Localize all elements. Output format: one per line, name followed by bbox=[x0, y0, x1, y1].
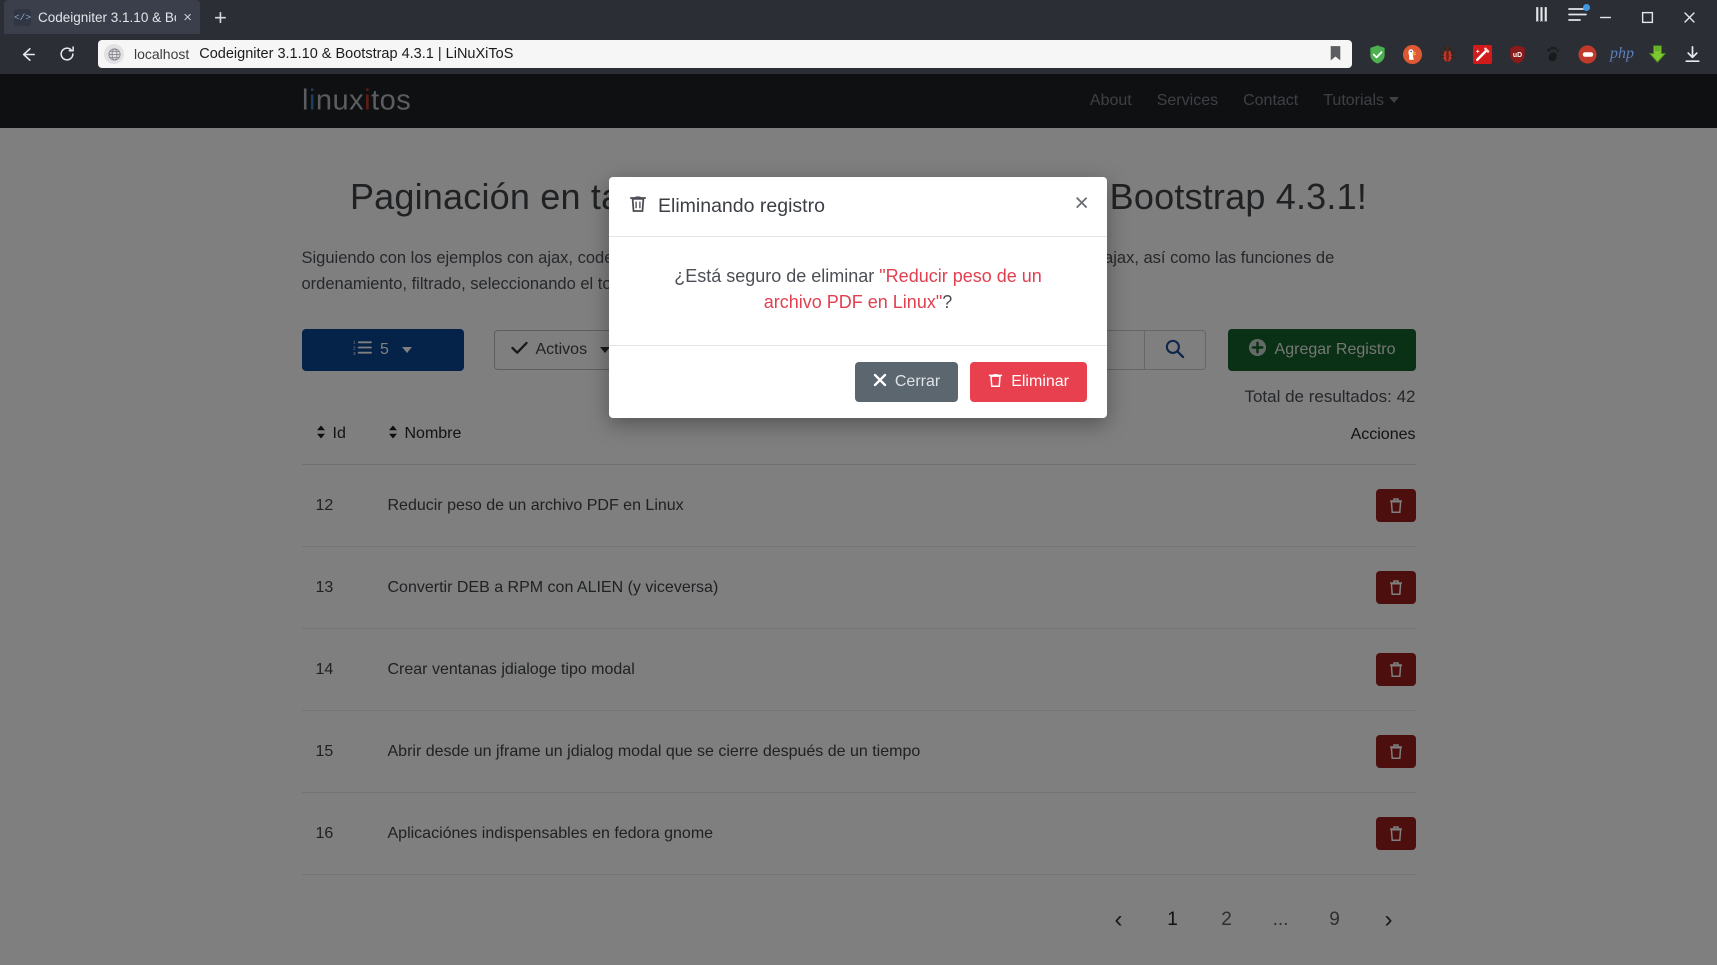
modal-body: ¿Está seguro de eliminar "Reducir peso d… bbox=[609, 237, 1107, 347]
bookmark-icon[interactable] bbox=[1329, 45, 1342, 67]
new-tab-button[interactable]: + bbox=[214, 7, 227, 29]
reload-icon[interactable] bbox=[50, 39, 84, 69]
adguard-shield-icon[interactable] bbox=[1366, 43, 1388, 65]
wand-red-icon[interactable] bbox=[1471, 43, 1493, 65]
tab-strip: </> Codeigniter 3.1.10 & Boo × + bbox=[0, 0, 1717, 34]
gnome-foot-icon[interactable] bbox=[1541, 43, 1563, 65]
modal-title: Eliminando registro bbox=[658, 195, 825, 217]
chrome-extra-icons bbox=[1533, 0, 1590, 34]
browser-toolbar: localhost Codeigniter 3.1.10 & Bootstrap… bbox=[0, 34, 1717, 74]
browser-tab[interactable]: </> Codeigniter 3.1.10 & Boo × bbox=[4, 0, 200, 34]
php-icon: php bbox=[1610, 45, 1634, 62]
x-icon bbox=[873, 373, 887, 392]
modal-cancel-button[interactable]: Cerrar bbox=[854, 362, 959, 403]
tab-close-icon[interactable]: × bbox=[183, 10, 192, 25]
tab-favicon-icon: </> bbox=[14, 8, 31, 26]
modal-delete-button[interactable]: Eliminar bbox=[970, 362, 1087, 403]
extension-icons: uD php bbox=[1366, 43, 1707, 65]
window-close-icon[interactable] bbox=[1669, 0, 1709, 34]
modal-body-suffix: ? bbox=[942, 292, 953, 313]
modal-header: Eliminando registro × bbox=[609, 177, 1107, 237]
modal-body-prefix: ¿Está seguro de eliminar bbox=[674, 266, 880, 286]
download-green-icon[interactable] bbox=[1646, 43, 1668, 65]
browser-window: </> Codeigniter 3.1.10 & Boo × + localho… bbox=[0, 0, 1717, 965]
modal-footer: Cerrar Eliminar bbox=[609, 346, 1107, 418]
back-arrow-icon[interactable] bbox=[10, 39, 44, 69]
ublock-origin-icon[interactable]: uD bbox=[1506, 43, 1528, 65]
web-page: linuxitos About Services Contact Tutoria… bbox=[0, 74, 1717, 965]
delete-confirm-modal: Eliminando registro × ¿Está seguro de el… bbox=[609, 177, 1107, 419]
maximize-icon[interactable] bbox=[1627, 0, 1667, 34]
modal-delete-label: Eliminar bbox=[1011, 373, 1069, 391]
minimize-icon[interactable] bbox=[1585, 0, 1625, 34]
url-host: localhost bbox=[134, 46, 190, 62]
modal-title-group: Eliminando registro bbox=[629, 194, 825, 219]
duckduckgo-icon[interactable] bbox=[1401, 43, 1423, 65]
svg-text:uD: uD bbox=[1512, 51, 1521, 58]
window-controls bbox=[1585, 0, 1717, 34]
tab-title: Codeigniter 3.1.10 & Boo bbox=[38, 9, 177, 25]
address-bar[interactable]: localhost Codeigniter 3.1.10 & Bootstrap… bbox=[98, 40, 1352, 68]
modal-close-icon[interactable]: × bbox=[1074, 191, 1089, 216]
downloads-icon[interactable] bbox=[1681, 43, 1703, 65]
cookie-autodelete-icon[interactable] bbox=[1576, 43, 1598, 65]
url-page-title: Codeigniter 3.1.10 & Bootstrap 4.3.1 | L… bbox=[199, 46, 514, 62]
library-icon[interactable] bbox=[1533, 6, 1550, 28]
modal-cancel-label: Cerrar bbox=[894, 373, 941, 391]
bug-icon[interactable] bbox=[1436, 43, 1458, 65]
trash-icon bbox=[988, 372, 1003, 393]
trash-icon bbox=[629, 194, 647, 219]
globe-icon bbox=[104, 44, 124, 64]
